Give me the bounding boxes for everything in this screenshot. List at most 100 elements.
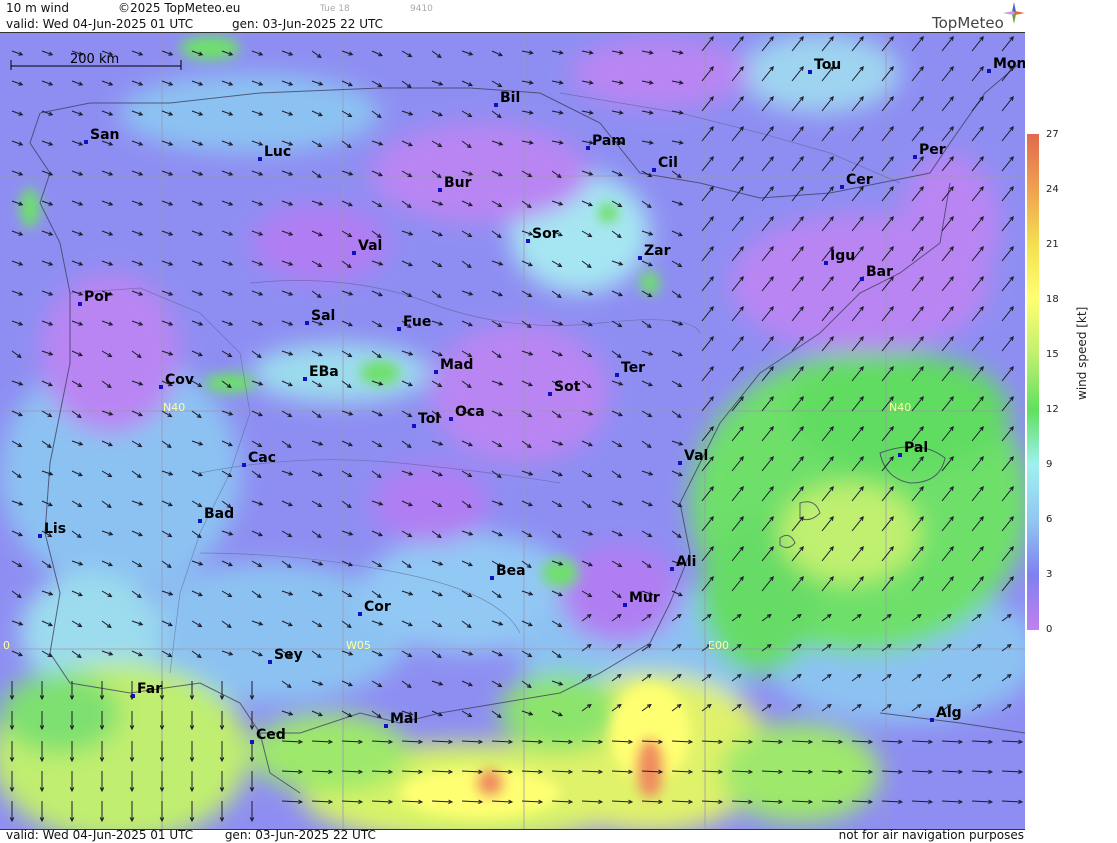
- city-marker: [303, 377, 307, 381]
- city-marker: [490, 576, 494, 580]
- city-label: Far: [137, 681, 162, 697]
- city-label: Cor: [364, 599, 391, 615]
- city-label: Val: [358, 238, 382, 254]
- city-marker: [615, 373, 619, 377]
- city-marker: [930, 718, 934, 722]
- city-marker: [526, 239, 530, 243]
- header-gen: gen: 03-Jun-2025 22 UTC: [232, 17, 384, 31]
- city-marker: [824, 261, 828, 265]
- colorbar-tick-label: 27: [1046, 129, 1059, 140]
- city-marker: [987, 69, 991, 73]
- header-copyright: ©2025 TopMeteo.eu: [118, 1, 241, 15]
- city-label: Fue: [403, 314, 431, 330]
- colorbar-tick-label: 9: [1046, 459, 1053, 470]
- city-label: Luc: [264, 144, 291, 160]
- footer-valid: valid: Wed 04-Jun-2025 01 UTC gen: 03-Ju…: [6, 828, 376, 842]
- city-marker: [449, 417, 453, 421]
- city-marker: [242, 463, 246, 467]
- city-marker: [84, 140, 88, 144]
- city-marker: [352, 251, 356, 255]
- header-small1: Tue 18: [320, 4, 350, 14]
- city-label: Por: [84, 289, 111, 305]
- wind-map[interactable]: N40 N40 W05 E00 0 Tou Mon Bil San Luc Pam Cil P…: [0, 32, 1025, 830]
- city-marker: [131, 694, 135, 698]
- colorbar-tick-label: 3: [1046, 569, 1053, 580]
- grid-label: N40: [889, 401, 911, 414]
- city-label: Cac: [248, 450, 276, 466]
- city-marker: [438, 188, 442, 192]
- city-label: Alg: [936, 705, 962, 721]
- city-label: Mal: [390, 711, 418, 727]
- city-marker: [198, 519, 202, 523]
- city-label: Mon: [993, 56, 1025, 72]
- city-label: Bur: [444, 175, 472, 191]
- city-marker: [494, 103, 498, 107]
- city-label: Bad: [204, 506, 234, 522]
- header-small2: 9410: [410, 4, 433, 14]
- city-marker: [268, 660, 272, 664]
- city-label: Sal: [311, 308, 335, 324]
- colorbar-tick-label: 24: [1046, 184, 1059, 195]
- city-label: Per: [919, 142, 946, 158]
- colorbar-tick-label: 15: [1046, 349, 1059, 360]
- scale-bar-label: 200 km: [70, 52, 120, 67]
- city-label: Ter: [621, 360, 645, 376]
- city-marker: [548, 392, 552, 396]
- city-marker: [860, 277, 864, 281]
- city-label: Mad: [440, 357, 473, 373]
- city-marker: [38, 534, 42, 538]
- city-label: Cer: [846, 172, 873, 188]
- city-marker: [638, 256, 642, 260]
- grid-label: 0: [3, 639, 10, 652]
- city-label: Cov: [165, 372, 194, 388]
- colorbar-tick-label: 6: [1046, 514, 1053, 525]
- footer-disclaimer: not for air navigation purposes: [838, 828, 1024, 842]
- compass-logo-icon: [1003, 2, 1025, 24]
- city-marker: [358, 612, 362, 616]
- city-label: Ali: [676, 554, 696, 570]
- city-label: Bil: [500, 90, 520, 106]
- footer-valid-text: valid: Wed 04-Jun-2025 01 UTC: [6, 828, 194, 842]
- city-label: Ced: [256, 727, 286, 743]
- city-marker: [384, 724, 388, 728]
- city-marker: [159, 385, 163, 389]
- city-marker: [623, 603, 627, 607]
- city-marker: [586, 146, 590, 150]
- colorbar-title: wind speed [kt]: [1075, 306, 1089, 400]
- grid-label: W05: [346, 639, 371, 652]
- city-label: Bar: [866, 264, 893, 280]
- city-label: Cil: [658, 155, 678, 171]
- city-label: Tol: [418, 411, 440, 427]
- city-marker: [808, 70, 812, 74]
- city-label: Bea: [496, 563, 526, 579]
- footer-gen-text: gen: 03-Jun-2025 22 UTC: [224, 828, 376, 842]
- city-marker: [258, 157, 262, 161]
- colorbar-tick-label: 18: [1046, 294, 1059, 305]
- city-marker: [434, 370, 438, 374]
- header-field: 10 m wind: [6, 1, 69, 15]
- city-marker: [305, 321, 309, 325]
- city-label: Pam: [592, 133, 626, 149]
- city-label: Tou: [814, 57, 841, 73]
- city-marker: [652, 168, 656, 172]
- city-label: Mur: [629, 590, 660, 606]
- city-label: Sot: [554, 379, 581, 395]
- colorbar-tick-label: 21: [1046, 239, 1059, 250]
- city-label: San: [90, 127, 120, 143]
- city-marker: [678, 461, 682, 465]
- city-marker: [78, 302, 82, 306]
- city-label: Zar: [644, 243, 671, 259]
- city-label: Lis: [44, 521, 66, 537]
- city-label: Oca: [455, 404, 485, 420]
- city-marker: [397, 327, 401, 331]
- city-label: Val: [684, 448, 708, 464]
- grid-label: N40: [163, 401, 185, 414]
- city-marker: [840, 185, 844, 189]
- colorbar-tick-label: 12: [1046, 404, 1059, 415]
- city-label: Sor: [532, 226, 559, 242]
- wind-map-canvas: N40 N40 W05 E00 0 Tou Mon Bil San Luc Pam Cil P…: [0, 33, 1025, 829]
- city-label: EBa: [309, 364, 339, 380]
- city-label: Pal: [904, 440, 928, 456]
- grid-label: E00: [708, 639, 729, 652]
- city-label: Sey: [274, 647, 303, 663]
